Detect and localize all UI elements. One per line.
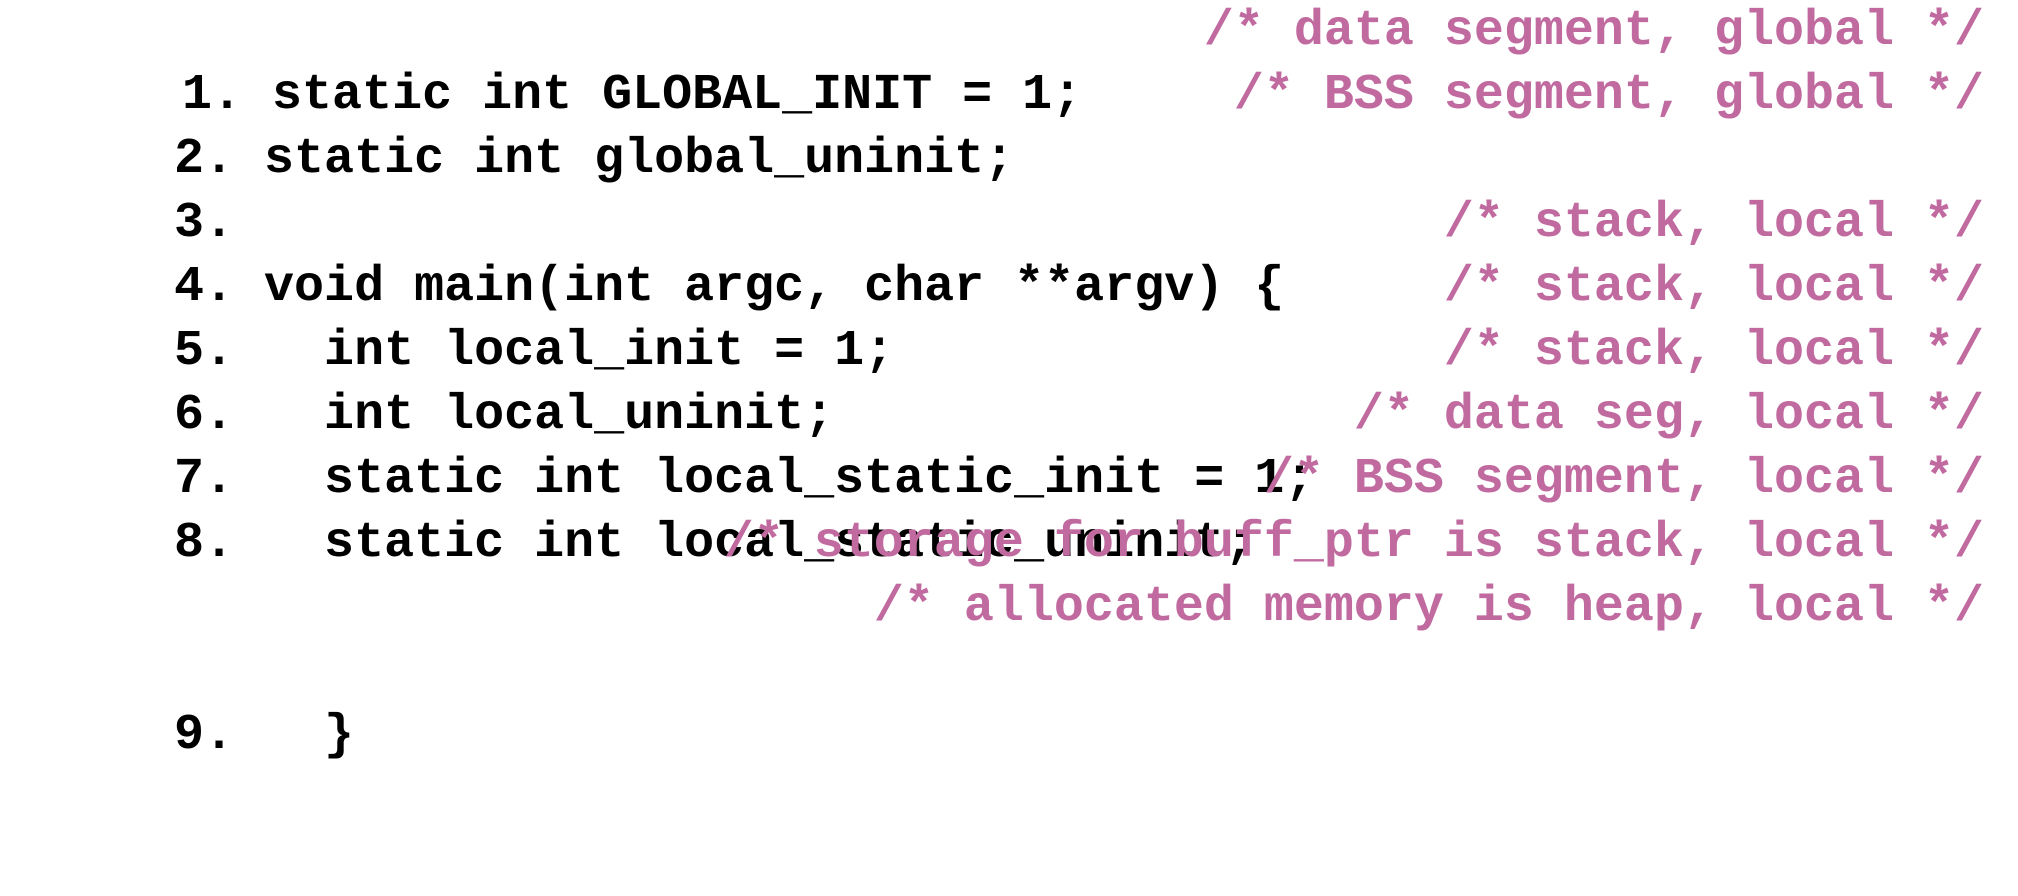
code-line-7: 7. static int local_static_init = 1; /* … [54,384,2002,508]
code-comment: /* data seg, local */ [1353,387,1984,444]
code-listing: 1. static int GLOBAL_INIT = 1; /* data s… [0,0,2018,764]
code-comment: /* stack, local */ [1443,323,1984,380]
code-comment: /* stack, local */ [1443,259,1984,316]
code-text: } [234,707,355,764]
code-line-1: 1. static int GLOBAL_INIT = 1; /* data s… [62,0,2002,124]
code-line-9: 9. } [54,640,2002,764]
code-comment: /* BSS segment, local */ [1263,451,1984,508]
code-comment: /* BSS segment, global */ [1233,67,1984,124]
code-line-2: 2. static int global_uninit; /* BSS segm… [54,64,2002,188]
comment-line-1: /* storage for buff_ptr is stack, local … [54,512,2002,576]
code-comment: /* stack, local */ [1443,195,1984,252]
code-line-4: 4. void main(int argc, char **argv) { /*… [54,192,2002,316]
code-line-6: 6. int local_uninit; /* stack, local */ [54,320,2002,444]
line-number: 9. [174,707,235,764]
code-line-8: 8. static int local_static_uninit; /* BS… [54,448,2002,572]
comment-line-2: /* allocated memory is heap, local */ [54,576,2002,640]
code-line-5: 5. int local_init = 1; /* stack, local *… [54,256,2002,380]
code-comment: /* allocated memory is heap, local */ [873,579,1984,636]
code-line-3: 3. [54,128,2002,252]
code-comment: /* data segment, global */ [1203,3,1984,60]
code-comment: /* storage for buff_ptr is stack, local … [723,515,1984,572]
